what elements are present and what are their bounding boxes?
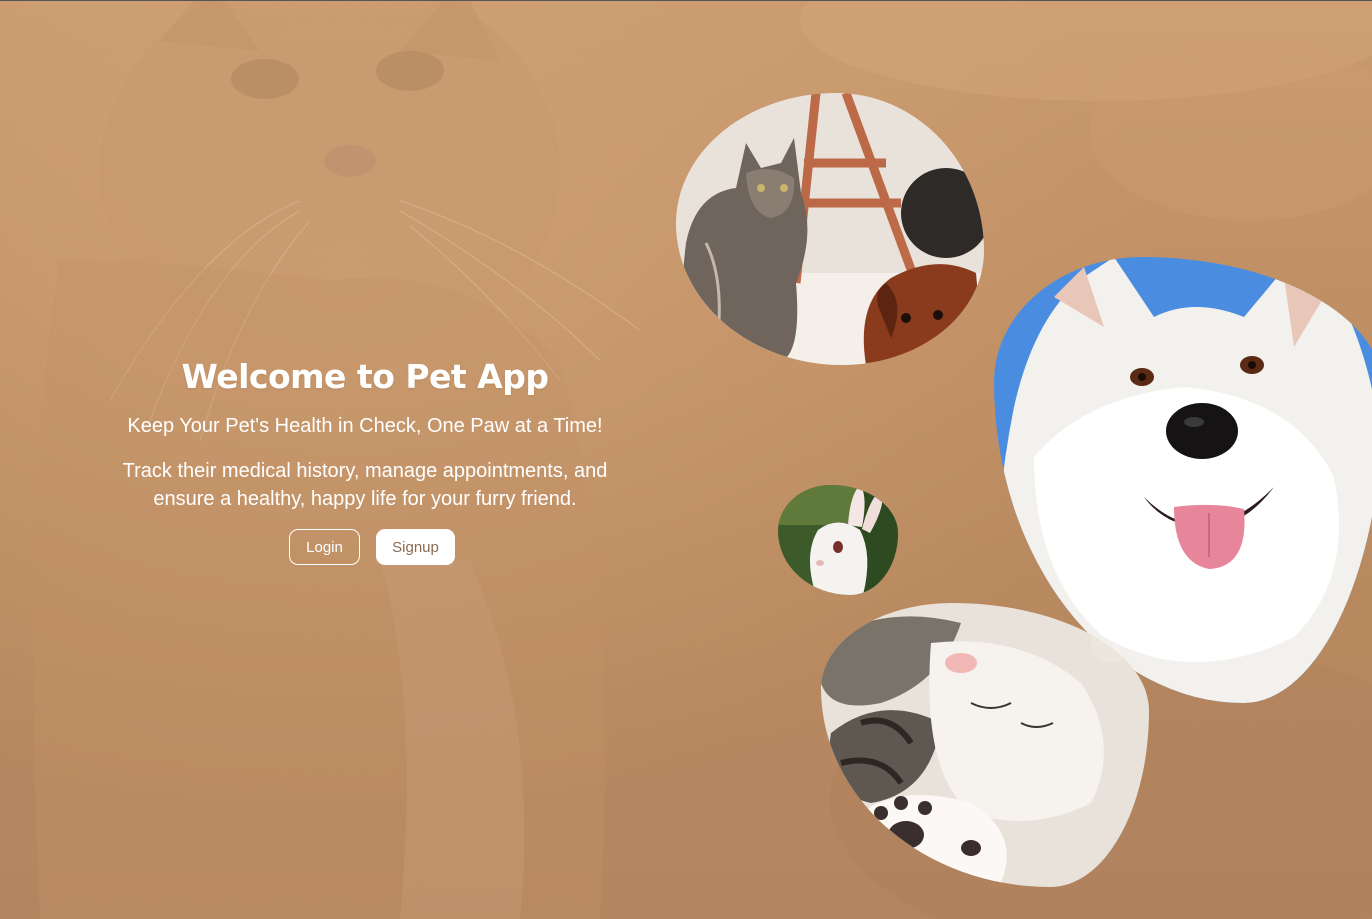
- hero-section: Welcome to Pet App Keep Your Pet's Healt…: [100, 357, 630, 565]
- hero-description: Track their medical history, manage appo…: [122, 460, 608, 510]
- white-bunny-photo: [778, 485, 898, 595]
- login-button[interactable]: Login: [289, 529, 360, 565]
- signup-button[interactable]: Signup: [376, 529, 455, 565]
- auth-button-group: Login Signup: [100, 529, 630, 565]
- hero-tagline: Keep Your Pet's Health in Check, One Paw…: [127, 415, 603, 437]
- sleeping-kitten-photo: [821, 603, 1149, 887]
- page-title: Welcome to Pet App: [181, 357, 549, 396]
- cat-and-dog-photo: [676, 93, 984, 365]
